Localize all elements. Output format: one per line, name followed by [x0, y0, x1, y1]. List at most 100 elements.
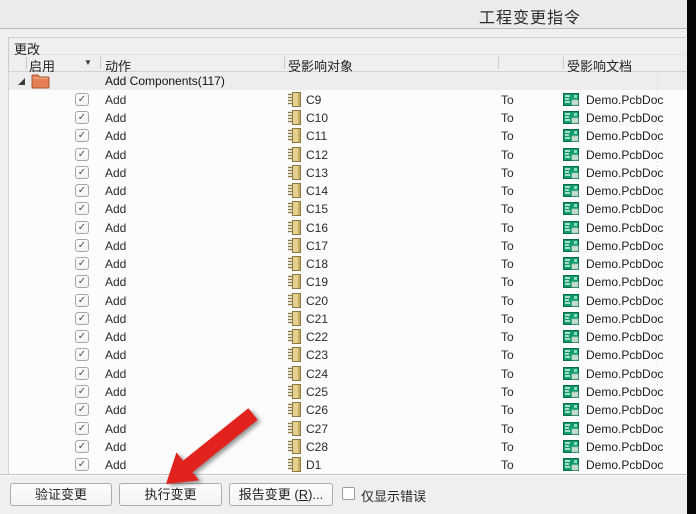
row-document-label: Demo.PcbDoc [586, 330, 663, 344]
row-document-label: Demo.PcbDoc [586, 348, 663, 362]
row-action-label: Add [105, 221, 126, 235]
row-enabled-checkbox[interactable]: ✓ [75, 403, 89, 416]
row-enabled-checkbox[interactable]: ✓ [75, 93, 89, 106]
row-object-label: C11 [306, 129, 327, 143]
column-separator [26, 57, 27, 69]
footer-bar: 验证变更 执行变更 报告变更 (R)... 仅显示错误 [0, 476, 696, 514]
row-document-label: Demo.PcbDoc [586, 385, 663, 399]
row-enabled-checkbox[interactable]: ✓ [75, 221, 89, 234]
row-enabled-checkbox[interactable]: ✓ [75, 422, 89, 435]
tree-expander-icon[interactable] [18, 78, 25, 85]
pcb-document-icon [563, 458, 579, 471]
engineering-change-order-dialog: 工程变更指令 更改 启用 ▼ 动作 受影响对象 受影响文档 Add Compon… [0, 0, 696, 514]
report-label-mnemonic: R [299, 487, 308, 502]
row-object-label: C21 [306, 312, 328, 326]
row-enabled-checkbox[interactable]: ✓ [75, 111, 89, 124]
group-row-add-components[interactable]: Add Components(117) [9, 72, 687, 90]
row-enabled-checkbox[interactable]: ✓ [75, 312, 89, 325]
row-object-label: C12 [306, 148, 328, 162]
pcb-document-icon [563, 93, 579, 106]
changes-group-header: 更改 [8, 37, 687, 55]
row-object-label: C13 [306, 166, 328, 180]
row-enabled-checkbox[interactable]: ✓ [75, 257, 89, 270]
filter-dropdown-icon[interactable]: ▼ [84, 58, 92, 67]
dialog-title: 工程变更指令 [479, 4, 581, 28]
table-row[interactable]: ✓ Add C26 To Demo.PcbDoc [9, 401, 687, 419]
execute-changes-button[interactable]: 执行变更 [119, 483, 222, 506]
row-action-label: Add [105, 148, 126, 162]
row-enabled-checkbox[interactable]: ✓ [75, 275, 89, 288]
table-row[interactable]: ✓ Add C22 To Demo.PcbDoc [9, 328, 687, 346]
row-action-label: Add [105, 294, 126, 308]
row-enabled-checkbox[interactable]: ✓ [75, 294, 89, 307]
row-enabled-checkbox[interactable]: ✓ [75, 184, 89, 197]
table-row[interactable]: ✓ Add C25 To Demo.PcbDoc [9, 383, 687, 401]
table-row[interactable]: ✓ Add C15 To Demo.PcbDoc [9, 200, 687, 218]
validate-changes-button[interactable]: 验证变更 [10, 483, 112, 506]
row-action-label: Add [105, 385, 126, 399]
table-row[interactable]: ✓ Add C24 To Demo.PcbDoc [9, 364, 687, 382]
row-to-label: To [501, 385, 514, 399]
row-object-label: C26 [306, 403, 328, 417]
row-enabled-checkbox[interactable]: ✓ [75, 148, 89, 161]
row-enabled-checkbox[interactable]: ✓ [75, 239, 89, 252]
table-row[interactable]: ✓ Add C18 To Demo.PcbDoc [9, 255, 687, 273]
row-enabled-checkbox[interactable]: ✓ [75, 440, 89, 453]
row-to-label: To [501, 111, 514, 125]
component-icon [288, 147, 301, 162]
row-enabled-checkbox[interactable]: ✓ [75, 348, 89, 361]
component-icon [288, 238, 301, 253]
row-object-label: C22 [306, 330, 328, 344]
row-document-label: Demo.PcbDoc [586, 221, 663, 235]
row-to-label: To [501, 257, 514, 271]
row-enabled-checkbox[interactable]: ✓ [75, 385, 89, 398]
row-document-label: Demo.PcbDoc [586, 275, 663, 289]
table-row[interactable]: ✓ Add C12 To Demo.PcbDoc [9, 145, 687, 163]
row-to-label: To [501, 239, 514, 253]
table-row[interactable]: ✓ Add C28 To Demo.PcbDoc [9, 437, 687, 455]
row-enabled-checkbox[interactable]: ✓ [75, 202, 89, 215]
row-enabled-checkbox[interactable]: ✓ [75, 330, 89, 343]
row-document-label: Demo.PcbDoc [586, 367, 663, 381]
row-to-label: To [501, 166, 514, 180]
pcb-document-icon [563, 330, 579, 343]
table-row[interactable]: ✓ Add C16 To Demo.PcbDoc [9, 218, 687, 236]
component-icon [288, 402, 301, 417]
component-icon [288, 183, 301, 198]
table-row[interactable]: ✓ Add C27 To Demo.PcbDoc [9, 419, 687, 437]
row-enabled-checkbox[interactable]: ✓ [75, 367, 89, 380]
table-row[interactable]: ✓ Add C19 To Demo.PcbDoc [9, 273, 687, 291]
pcb-document-icon [563, 129, 579, 142]
row-object-label: C28 [306, 440, 328, 454]
row-object-label: C25 [306, 385, 328, 399]
table-row[interactable]: ✓ Add C23 To Demo.PcbDoc [9, 346, 687, 364]
row-action-label: Add [105, 348, 126, 362]
table-row[interactable]: ✓ Add C13 To Demo.PcbDoc [9, 163, 687, 181]
pcb-document-icon [563, 422, 579, 435]
table-row[interactable]: ✓ Add C20 To Demo.PcbDoc [9, 291, 687, 309]
row-document-label: Demo.PcbDoc [586, 239, 663, 253]
table-row[interactable]: ✓ Add C9 To Demo.PcbDoc [9, 90, 687, 108]
row-to-label: To [501, 367, 514, 381]
table-row[interactable]: ✓ Add C21 To Demo.PcbDoc [9, 309, 687, 327]
table-row[interactable]: ✓ Add C14 To Demo.PcbDoc [9, 182, 687, 200]
row-enabled-checkbox[interactable]: ✓ [75, 458, 89, 471]
row-enabled-checkbox[interactable]: ✓ [75, 129, 89, 142]
table-row[interactable]: ✓ Add D1 To Demo.PcbDoc [9, 456, 687, 474]
table-row[interactable]: ✓ Add C17 To Demo.PcbDoc [9, 236, 687, 254]
report-changes-button[interactable]: 报告变更 (R)... [229, 483, 333, 506]
component-icon [288, 293, 301, 308]
pcb-document-icon [563, 239, 579, 252]
pcb-document-icon [563, 348, 579, 361]
pcb-document-icon [563, 148, 579, 161]
pcb-document-icon [563, 202, 579, 215]
only-show-errors-checkbox[interactable] [342, 487, 355, 500]
row-object-label: C18 [306, 257, 328, 271]
row-document-label: Demo.PcbDoc [586, 422, 663, 436]
table-row[interactable]: ✓ Add C11 To Demo.PcbDoc [9, 127, 687, 145]
row-enabled-checkbox[interactable]: ✓ [75, 166, 89, 179]
table-row[interactable]: ✓ Add C10 To Demo.PcbDoc [9, 109, 687, 127]
row-object-label: C20 [306, 294, 328, 308]
component-icon [288, 457, 301, 472]
row-action-label: Add [105, 367, 126, 381]
